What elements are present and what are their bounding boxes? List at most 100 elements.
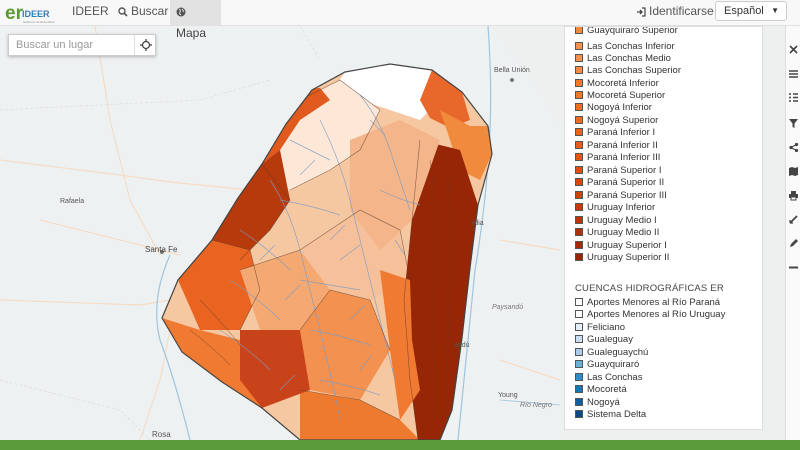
map-label-paysandu: Paysandú [492,304,524,311]
legend-swatch [575,253,583,261]
map-label-paysandu-city: andú [454,342,470,349]
locate-button[interactable] [134,35,156,55]
legend-panel[interactable]: Guayquiraró Superior Las Conchas Inferio… [564,26,763,430]
legend-item: Paraná Superior I [575,165,661,177]
legend-swatch [575,54,583,62]
legend-swatch [575,348,583,356]
filter-icon[interactable] [788,118,799,129]
legend-label: Paraná Superior III [587,190,667,201]
legend-item: Uruguay Medio II [575,227,659,239]
layers-icon[interactable] [788,68,799,79]
legend-label: Nogoyá Superior [587,115,659,126]
legend-item: Paraná Superior III [575,190,667,202]
legend-label: Paraná Inferior II [587,140,658,151]
legend-label: Uruguay Superior I [587,240,667,251]
nav-ideer[interactable]: IDEER [66,0,115,26]
legend-label: Mocoretá Superior [587,90,666,101]
legend-item: Nogoyá [575,397,620,409]
zoom-out-icon[interactable] [788,262,799,273]
legend-label: Uruguay Medio II [587,227,660,238]
legend-swatch [575,323,583,331]
legend-label: Nogoyá [587,397,620,408]
crosshairs-icon [140,39,152,51]
legend-label: Las Conchas [587,372,643,383]
login-label: Identificarse [649,4,714,18]
legend-label: Feliciano [587,322,626,333]
legend-item: Gualeguaychú [575,347,648,359]
svg-text:Gobierno de Entre Ríos: Gobierno de Entre Ríos [23,20,55,24]
legend-item: Feliciano [575,322,625,334]
legend-item: Uruguay Medio I [575,215,657,227]
nav-mapa-label: Mapa [176,26,207,40]
legend-item: Guayquiraró Superior [575,26,678,37]
legend-item: Nogoyá Superior [575,115,658,127]
close-icon[interactable] [788,44,799,55]
print-icon[interactable] [788,190,799,201]
legend-swatch [575,153,583,161]
legend-label: Las Conchas Superior [587,65,681,76]
legend-swatch [575,241,583,249]
legend-label: Paraná Superior I [587,165,662,176]
map-icon[interactable] [788,166,799,177]
legend-item: Paraná Inferior III [575,152,660,164]
measure-icon[interactable] [788,214,799,225]
legend-item: Las Conchas Inferior [575,41,675,53]
legend-swatch [575,216,583,224]
legend-item: Uruguay Superior I [575,240,667,252]
legend-label: Las Conchas Inferior [587,41,675,52]
legend-label: Sistema Delta [587,409,647,420]
place-search-input[interactable] [9,35,131,55]
language-select[interactable]: Español ▼ [715,1,787,21]
legend-label: Paraná Inferior III [587,152,661,163]
legend-item: Mocoretá Superior [575,90,665,102]
legend-swatch [575,66,583,74]
legend-item: Mocoretá [575,384,627,396]
nav-buscar[interactable]: Buscar [112,0,174,26]
top-navbar: er IDEER Gobierno de Entre Ríos IDEER Bu… [0,0,800,40]
legend-label: Guayquiraró [587,359,640,370]
language-selected-value: Español [724,5,764,17]
legend-item: Aportes Menores al Río Uruguay [575,309,725,321]
legend-swatch [575,228,583,236]
legend-label: Paraná Superior II [587,177,665,188]
legend-swatch [575,203,583,211]
nav-ideer-label: IDEER [72,4,109,18]
legend-swatch [575,116,583,124]
legend-label: Uruguay Medio I [587,215,657,226]
legend-swatch [575,398,583,406]
share-icon[interactable] [788,142,799,153]
legend-label: Uruguay Superior II [587,252,670,263]
legend-section-title: CUENCAS HIDROGRÁFICAS ER [575,283,724,294]
legend-item: Uruguay Superior II [575,252,669,264]
legend-swatch [575,42,583,50]
legend-swatch [575,360,583,368]
legend-swatch [575,178,583,186]
draw-icon[interactable] [788,238,799,249]
nav-mapa[interactable]: Mapa [170,0,221,40]
place-search [8,34,156,56]
map-label-rafaela: Rafaela [60,198,85,205]
map-label-bella-union: Bella Unión [494,67,530,74]
legend-item: Las Conchas Superior [575,65,681,77]
nav-buscar-label: Buscar [131,4,169,18]
legend-label: Aportes Menores al Río Paraná [587,297,721,308]
legend-swatch [575,103,583,111]
legend-label: Mocoretá [587,384,627,395]
legend-item: Paraná Inferior I [575,127,655,139]
login-button[interactable]: Identificarse [630,0,720,26]
legend-label: Guayquiraró Superior [587,26,678,36]
legend-label: Uruguay Inferior [587,202,656,213]
ideer-logo[interactable]: er IDEER Gobierno de Entre Ríos [4,2,60,24]
legend-swatch [575,335,583,343]
legend-label: Paraná Inferior I [587,127,656,138]
list-icon[interactable] [788,92,799,103]
legend-label: Gualeguaychú [587,347,649,358]
legend-swatch [575,385,583,393]
legend-label: Mocoretá Inferior [587,78,659,89]
footer-bar [0,440,800,450]
legend-item: Paraná Superior II [575,177,664,189]
caret-down-icon: ▼ [771,6,779,15]
legend-item: Guayquiraró [575,359,639,371]
legend-item: Aportes Menores al Río Paraná [575,297,720,309]
legend-label: Gualeguay [587,334,633,345]
